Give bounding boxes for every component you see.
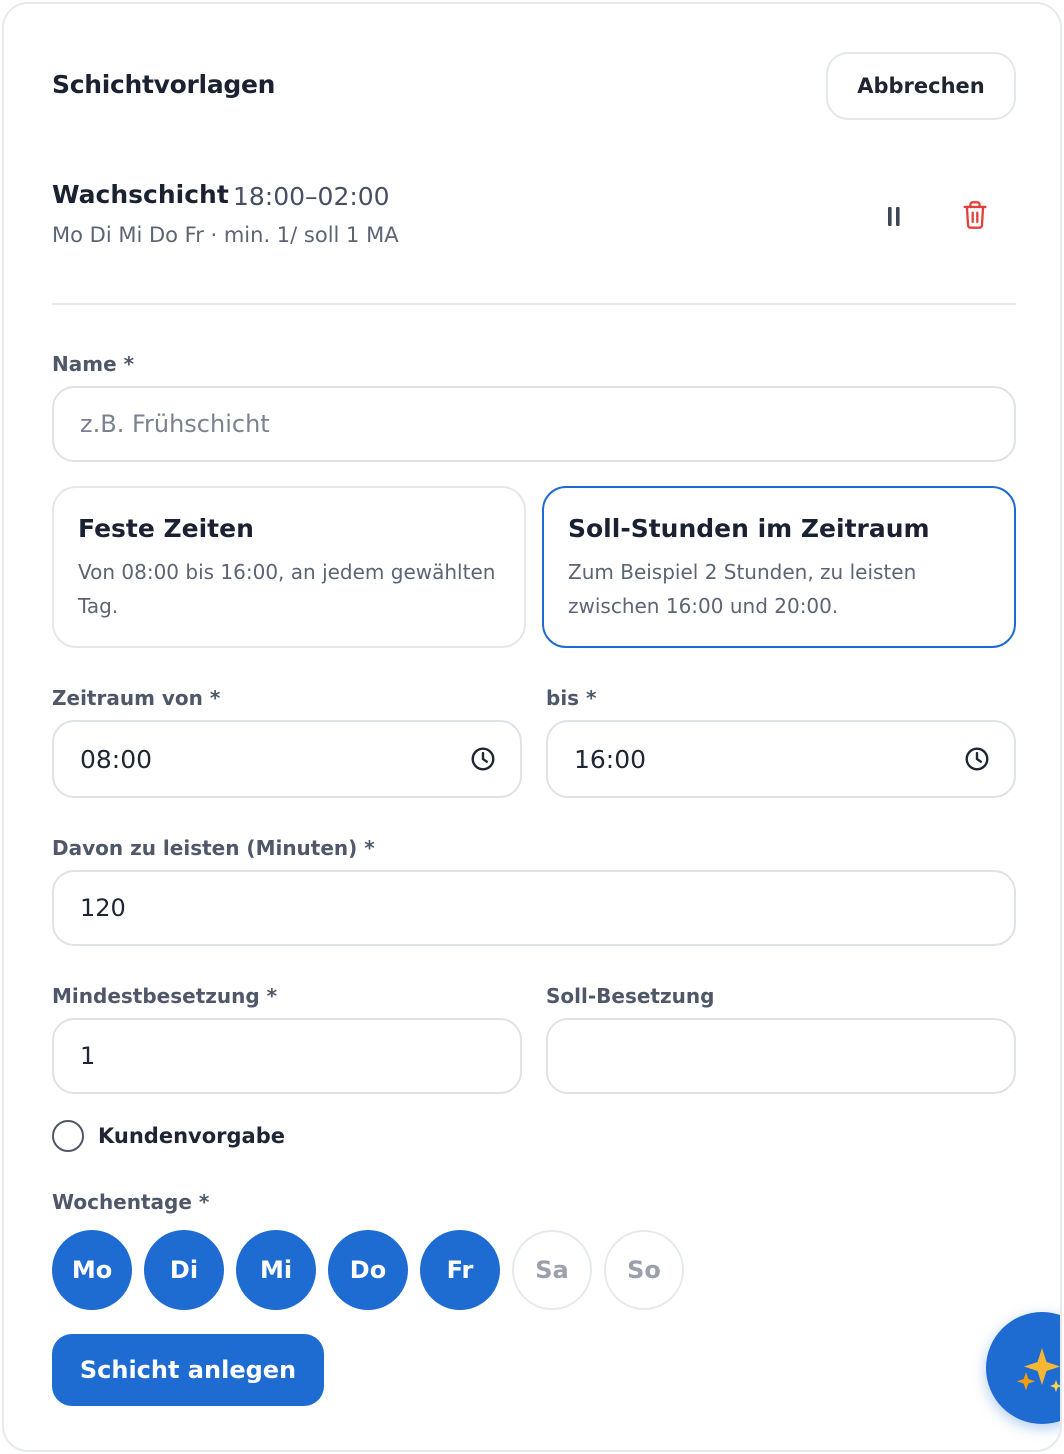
weekday-so[interactable]: So bbox=[604, 1230, 684, 1310]
weekday-di[interactable]: Di bbox=[144, 1230, 224, 1310]
mode-target-hours[interactable]: Soll-Stunden im Zeitraum Zum Beispiel 2 … bbox=[542, 486, 1016, 648]
name-label: Name * bbox=[52, 352, 135, 376]
pause-button[interactable] bbox=[874, 196, 914, 236]
min-staff-label: Mindestbesetzung * bbox=[52, 984, 278, 1008]
page-title: Schichtvorlagen bbox=[52, 70, 276, 99]
name-input[interactable] bbox=[52, 386, 1016, 462]
target-staff-input[interactable] bbox=[546, 1018, 1016, 1094]
minutes-label: Davon zu leisten (Minuten) * bbox=[52, 836, 375, 860]
sparkles-icon bbox=[1017, 1348, 1060, 1392]
pause-icon bbox=[888, 207, 900, 226]
clock-icon bbox=[965, 747, 989, 771]
weekday-fr[interactable]: Fr bbox=[420, 1230, 500, 1310]
minutes-input[interactable] bbox=[52, 870, 1016, 946]
from-time-input[interactable]: 08:00 bbox=[52, 720, 522, 798]
template-time: 18:00–02:00 bbox=[233, 182, 390, 211]
weekdays-label: Wochentage * bbox=[52, 1190, 210, 1214]
delete-button[interactable] bbox=[955, 195, 995, 235]
customer-requirement-label: Kundenvorgabe bbox=[98, 1124, 285, 1148]
mode-fixed-title: Feste Zeiten bbox=[78, 514, 254, 543]
weekday-mo[interactable]: Mo bbox=[52, 1230, 132, 1310]
template-summary: Mo Di Mi Do Fr · min. 1/ soll 1 MA bbox=[52, 223, 399, 247]
trash-icon bbox=[963, 201, 987, 229]
cancel-button[interactable]: Abbrechen bbox=[826, 52, 1016, 120]
mode-target-description: Zum Beispiel 2 Stunden, zu leisten zwisc… bbox=[568, 560, 917, 618]
from-time-value: 08:00 bbox=[80, 744, 153, 774]
to-label: bis * bbox=[546, 686, 597, 710]
mode-fixed-times[interactable]: Feste Zeiten Von 08:00 bis 16:00, an jed… bbox=[52, 486, 526, 648]
weekday-mi[interactable]: Mi bbox=[236, 1230, 316, 1310]
from-label: Zeitraum von * bbox=[52, 686, 221, 710]
to-time-input[interactable]: 16:00 bbox=[546, 720, 1016, 798]
create-shift-button[interactable]: Schicht anlegen bbox=[52, 1334, 324, 1406]
target-staff-label: Soll-Besetzung bbox=[546, 984, 715, 1008]
weekday-sa[interactable]: Sa bbox=[512, 1230, 592, 1310]
min-staff-input[interactable] bbox=[52, 1018, 522, 1094]
weekday-do[interactable]: Do bbox=[328, 1230, 408, 1310]
mode-target-title: Soll-Stunden im Zeitraum bbox=[568, 514, 930, 543]
customer-requirement-toggle[interactable] bbox=[52, 1120, 84, 1152]
clock-icon bbox=[471, 747, 495, 771]
template-name: Wachschicht bbox=[52, 180, 229, 209]
to-time-value: 16:00 bbox=[574, 744, 647, 774]
ai-assistant-button[interactable] bbox=[986, 1312, 1060, 1424]
divider bbox=[52, 303, 1016, 305]
shift-templates-card: Schichtvorlagen Abbrechen Wachschicht 18… bbox=[2, 2, 1062, 1452]
mode-fixed-description: Von 08:00 bis 16:00, an jedem gewählten … bbox=[78, 560, 496, 618]
